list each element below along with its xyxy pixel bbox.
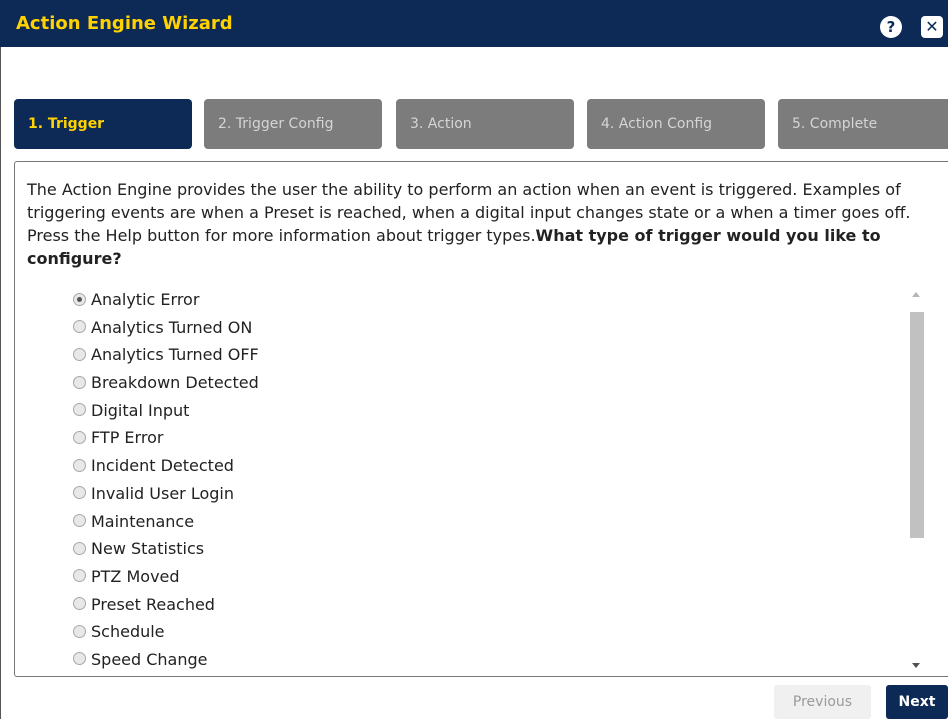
trigger-option-label: Maintenance (91, 511, 195, 531)
radio-button[interactable] (73, 292, 86, 306)
trigger-option[interactable]: Speed Change (73, 648, 928, 676)
close-icon[interactable]: ✕ (921, 16, 943, 38)
radio-button[interactable] (73, 458, 86, 472)
trigger-option-label: Schedule (91, 622, 165, 642)
previous-button[interactable]: Previous (774, 685, 871, 719)
trigger-option-label: Incident Detected (91, 456, 234, 476)
content-panel: The Action Engine provides the user the … (14, 161, 948, 677)
step-action[interactable]: 3. Action (396, 99, 574, 149)
trigger-option[interactable]: Preset Reached (73, 593, 928, 621)
radio-button[interactable] (73, 486, 86, 500)
step-complete[interactable]: 5. Complete (778, 99, 948, 149)
trigger-option-label: Speed Change (91, 649, 208, 669)
next-button[interactable]: Next (886, 685, 948, 719)
trigger-option[interactable]: Invalid User Login (73, 482, 928, 510)
trigger-option-label: Preset Reached (91, 594, 215, 614)
radio-button[interactable] (73, 624, 86, 638)
trigger-option-label: Digital Input (91, 400, 190, 420)
trigger-option[interactable]: FTP Error (73, 426, 928, 454)
step-action-config[interactable]: 4. Action Config (587, 99, 765, 149)
trigger-option[interactable]: New Statistics (73, 537, 928, 565)
trigger-option-label: Analytics Turned OFF (91, 345, 259, 365)
trigger-option[interactable]: Schedule (73, 620, 928, 648)
radio-button[interactable] (73, 375, 86, 389)
radio-button[interactable] (73, 569, 86, 583)
window-border (0, 47, 7, 719)
radio-button[interactable] (73, 514, 86, 527)
trigger-option[interactable]: Breakdown Detected (73, 371, 928, 399)
trigger-option-label: FTP Error (91, 428, 164, 448)
intro-text: The Action Engine provides the user the … (27, 178, 937, 270)
step-trigger[interactable]: 1. Trigger (14, 99, 192, 149)
trigger-option-label: Analytics Turned ON (91, 317, 253, 337)
step-trigger-config[interactable]: 2. Trigger Config (204, 99, 382, 149)
scroll-thumb[interactable] (910, 312, 924, 538)
scroll-up-arrow-icon[interactable] (912, 292, 920, 297)
radio-button[interactable] (73, 347, 86, 361)
trigger-option-label: Breakdown Detected (91, 373, 259, 393)
trigger-option[interactable]: Analytic Error (73, 288, 928, 316)
trigger-option-label: Analytic Error (91, 290, 200, 309)
radio-button[interactable] (73, 430, 86, 444)
title-bar: Action Engine Wizard ? ✕ (0, 0, 948, 47)
scroll-down-arrow-icon[interactable] (912, 663, 920, 668)
radio-button[interactable] (73, 541, 86, 555)
trigger-option[interactable]: Digital Input (73, 399, 928, 427)
radio-button[interactable] (73, 320, 86, 334)
list-scrollbar[interactable] (907, 288, 925, 677)
trigger-option[interactable]: Analytics Turned OFF (73, 343, 928, 371)
trigger-option[interactable]: PTZ Moved (73, 565, 928, 593)
trigger-option-label: PTZ Moved (91, 566, 180, 586)
radio-button[interactable] (73, 652, 86, 666)
trigger-option[interactable]: Incident Detected (73, 454, 928, 482)
radio-button[interactable] (73, 403, 86, 417)
trigger-option[interactable]: Analytics Turned ON (73, 316, 928, 344)
window-title: Action Engine Wizard (16, 13, 233, 34)
wizard-steps: 1. Trigger 2. Trigger Config 3. Action 4… (14, 99, 948, 149)
trigger-option-label: New Statistics (91, 539, 205, 559)
trigger-option-label: Invalid User Login (91, 483, 234, 503)
radio-button[interactable] (73, 597, 86, 611)
trigger-option[interactable]: Maintenance (73, 510, 928, 538)
help-icon[interactable]: ? (880, 16, 902, 38)
trigger-list: Analytic Error Analytics Turned ON Analy… (73, 288, 928, 677)
